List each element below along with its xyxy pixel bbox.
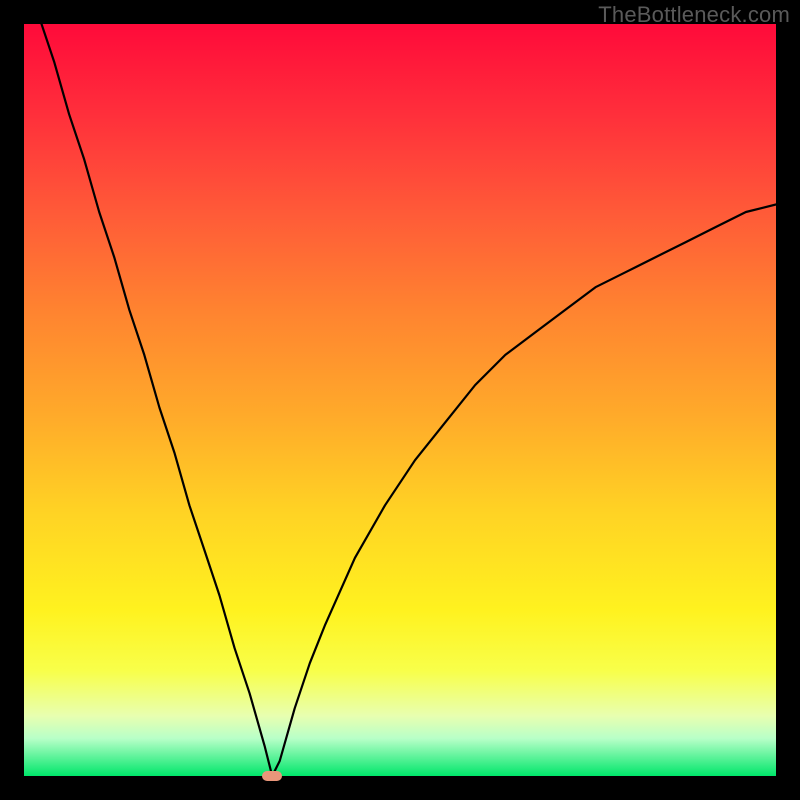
- chart-plot-area: [24, 24, 776, 776]
